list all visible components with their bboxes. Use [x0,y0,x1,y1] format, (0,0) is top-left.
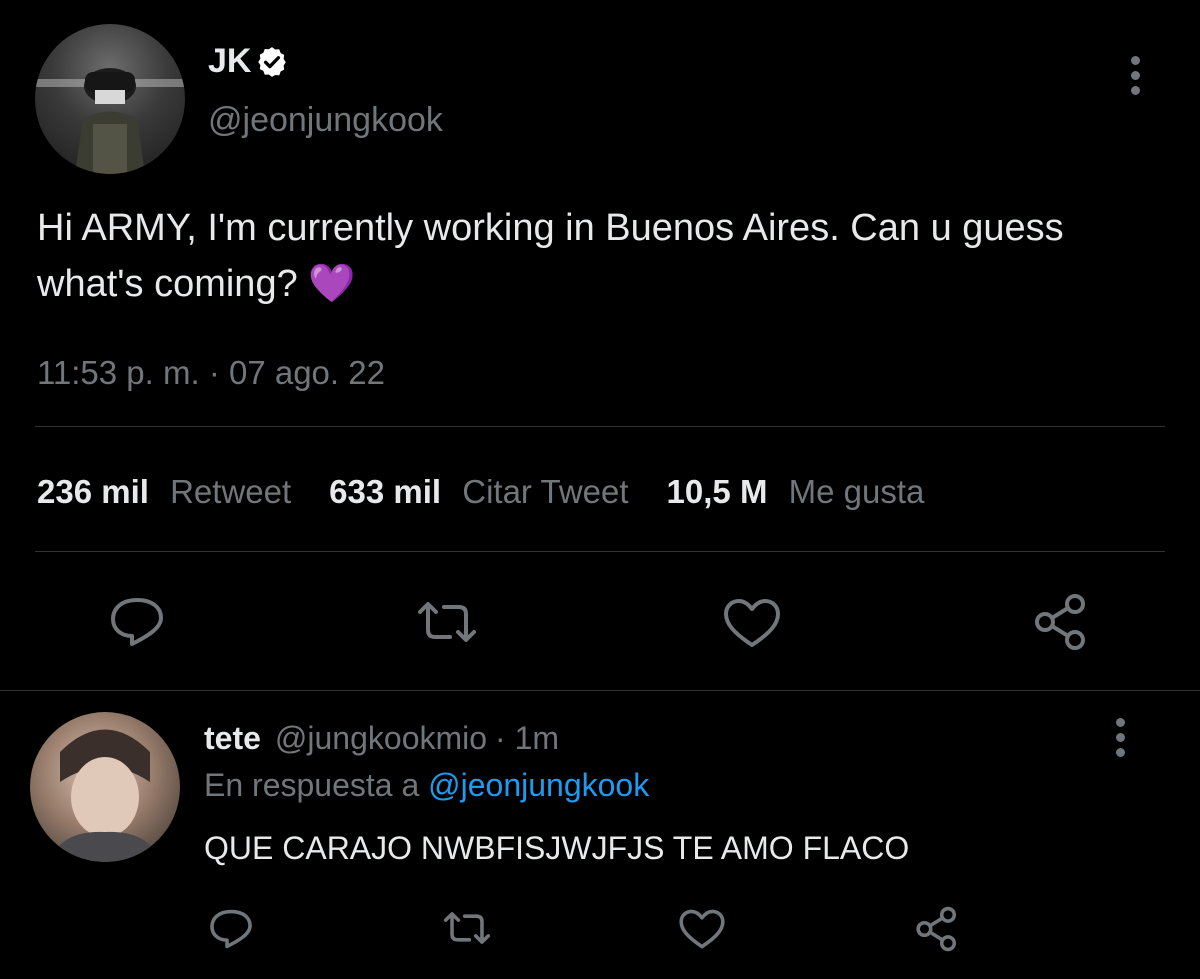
avatar-photo [50,729,160,862]
avatar-photo [35,68,185,174]
in-reply-prefix: En respuesta a [204,767,420,803]
divider [35,426,1165,427]
retweets-count: 236 mil [37,473,149,510]
tweet-timestamp[interactable]: 11:53 p. m. · 07 ago. 22 [37,354,385,392]
in-reply-to: En respuesta a @jeonjungkook [204,767,649,804]
tweet-text-block: Hi ARMY, I'm currently working in Buenos… [37,200,1167,312]
quotes-label: Citar Tweet [462,473,629,510]
reply-text: QUE CARAJO NWBFISJWJFJS TE AMO FLACO [204,830,910,866]
retweet-icon[interactable] [441,909,493,947]
likes-stat[interactable]: 10,5 M Me gusta [667,473,925,511]
author-avatar[interactable] [35,24,185,174]
tweet-text: Hi ARMY, I'm currently working in Buenos… [37,207,1064,305]
tweet-stats: 236 mil Retweet 633 mil Citar Tweet 10,5… [37,473,924,511]
reply-time[interactable]: · 1m [495,720,559,757]
more-options-icon[interactable] [1131,56,1145,101]
divider [35,551,1165,552]
author-handle[interactable]: @jeonjungkook [208,101,443,140]
author-display-name[interactable]: JK [208,42,251,81]
purple-heart-emoji: 💜 [308,263,356,305]
in-reply-handle-link[interactable]: @jeonjungkook [428,767,649,803]
likes-label: Me gusta [788,473,925,510]
reply-display-name[interactable]: tete [204,720,261,757]
retweets-label: Retweet [170,473,292,510]
quotes-stat[interactable]: 633 mil Citar Tweet [329,473,628,511]
likes-count: 10,5 M [666,473,768,510]
share-icon[interactable] [1033,592,1089,652]
quotes-count: 633 mil [329,473,442,510]
reply-author-avatar[interactable] [30,712,180,862]
retweets-stat[interactable]: 236 mil Retweet [37,473,291,511]
retweet-icon[interactable] [414,598,480,646]
share-icon[interactable] [915,905,959,953]
like-icon[interactable] [722,597,782,649]
reply-icon[interactable] [208,908,254,950]
reply-handle[interactable]: @jungkookmio [275,720,487,757]
like-icon[interactable] [678,908,726,950]
reply-icon[interactable] [108,596,166,648]
author-name-row[interactable]: JK [208,42,289,81]
more-options-icon[interactable] [1116,718,1130,763]
divider [0,690,1200,691]
verified-badge-icon [255,45,289,79]
reply-header: tete @jungkookmio · 1m [204,720,559,757]
